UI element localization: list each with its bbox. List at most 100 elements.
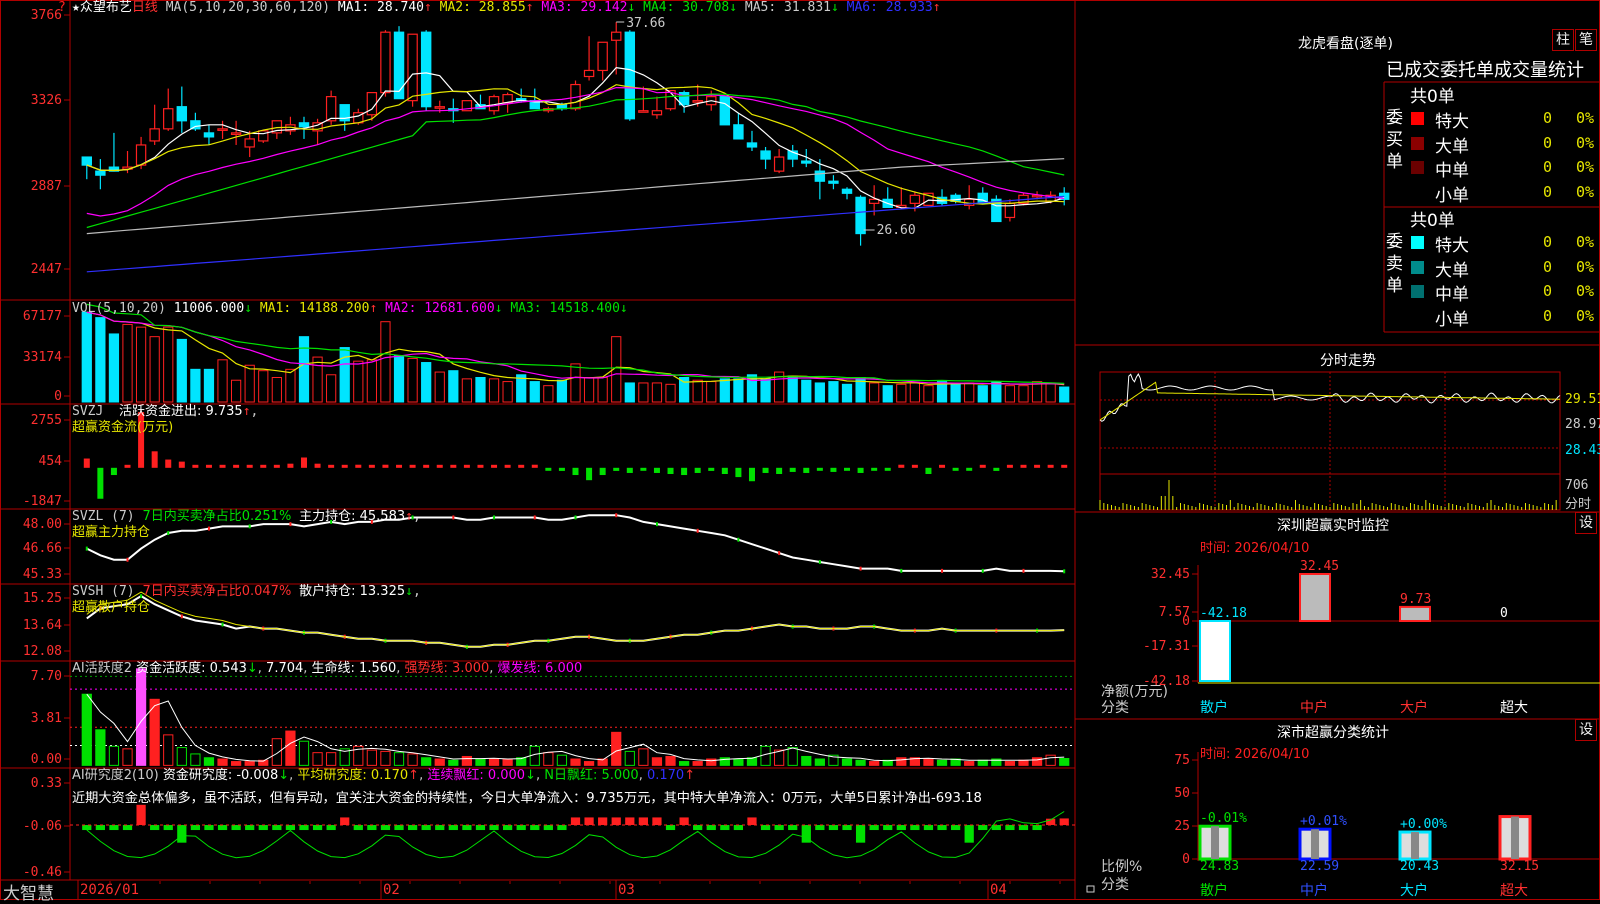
volume-bar xyxy=(760,378,771,403)
szmon-cat-3: 超大 xyxy=(1500,700,1528,716)
svsh-mark xyxy=(221,622,224,627)
svzl-mark xyxy=(85,546,88,551)
svzj-bar xyxy=(599,467,606,476)
volume-bar xyxy=(909,382,920,403)
ai2-bar xyxy=(584,817,594,825)
ai1-strong: 强势线: 3.000 xyxy=(404,661,490,676)
volume-bar xyxy=(434,371,445,403)
ai2-bar xyxy=(204,825,214,831)
svzj-bar xyxy=(857,467,864,473)
szmon-bar-中户 xyxy=(1299,573,1331,622)
sell-count-1: 0 xyxy=(1543,257,1553,276)
ma-title: MA(5,10,20,30,60,120) xyxy=(165,0,331,15)
ai2-bar xyxy=(190,825,201,831)
svsh-arrow: ↓ xyxy=(405,584,413,599)
ai2-bar xyxy=(258,825,268,831)
buy-label-1: 大单 xyxy=(1435,136,1469,157)
szcls-value-3: 32.15 xyxy=(1500,859,1539,874)
sell-label-3: 小单 xyxy=(1435,309,1469,330)
yaxis-ai1-label-2: 0.00 xyxy=(31,752,62,767)
fenshi-title: 分时走势 xyxy=(1320,353,1376,369)
fenshi-label-high: 29.51 xyxy=(1565,392,1600,407)
ai1-bar xyxy=(231,761,242,766)
lhb-subtitle: 已成交委托单成交量统计 xyxy=(1386,60,1584,81)
fenshi-label-mid: 28.97 xyxy=(1565,417,1600,432)
ai1-bar xyxy=(434,758,445,766)
volume-bar xyxy=(326,374,337,403)
candle-body xyxy=(298,122,310,128)
ai1-bar xyxy=(1004,761,1016,766)
volume-bar xyxy=(665,383,676,403)
yaxis-ai2-label-2: -0.46 xyxy=(23,865,62,880)
sell-count-2: 0 xyxy=(1543,282,1553,300)
yaxis-svzl-label-0: 48.00 xyxy=(23,517,62,532)
yaxis-vol-label-1: 33174 xyxy=(23,350,62,365)
tick-mode-button[interactable]: 笔 xyxy=(1575,29,1597,51)
ai1-bar xyxy=(488,758,500,766)
szcls-bar-shade xyxy=(1211,826,1219,859)
svzj-bar xyxy=(844,467,851,471)
ma-arrow-4: ↓ xyxy=(729,0,738,15)
ai1-bar xyxy=(298,740,310,766)
ai2-bar xyxy=(869,825,879,831)
ai1-bar xyxy=(570,758,581,766)
volume-bar xyxy=(203,368,215,403)
svzj-bar xyxy=(463,464,470,468)
brand-label: 大智慧 xyxy=(3,884,54,904)
yaxis-svsh-label-1: 13.64 xyxy=(23,618,62,633)
volume-bar xyxy=(461,378,473,403)
sell-pct-3: 0% xyxy=(1576,306,1595,325)
ai2-bar xyxy=(475,825,486,831)
corner-icon[interactable]: ? xyxy=(58,0,66,16)
vol-items: MA1: 14188.200↑ MA2: 12681.600↓ MA3: 145… xyxy=(260,301,628,316)
volume-bar xyxy=(271,377,282,403)
xaxis-label-1: 02 xyxy=(383,882,400,898)
szcls-settings-button[interactable]: 设 xyxy=(1575,719,1597,741)
ai1-bar xyxy=(461,755,473,766)
vol-ma-arrow-3: ↓ xyxy=(619,301,628,316)
ai1-bar xyxy=(190,753,201,766)
ai2-bar xyxy=(733,825,744,831)
svzj-bar xyxy=(1020,464,1027,468)
ai2-bar xyxy=(394,825,404,831)
svzj-bar xyxy=(97,467,104,499)
szmon-title: 深圳超赢实时监控 xyxy=(1277,518,1389,534)
svzj-bar xyxy=(341,464,348,468)
svzj-bar xyxy=(586,467,593,481)
question-icon[interactable]: ? xyxy=(58,0,66,15)
candle-body xyxy=(380,31,391,94)
szcls-change-0: -0.01% xyxy=(1200,811,1247,826)
szcls-cat-3: 超大 xyxy=(1500,883,1528,899)
svzl-ratio: 7日内买卖净占比0.251% xyxy=(142,509,292,524)
volume-bar xyxy=(678,377,690,403)
price-header: ★众望布艺日线 MA(5,10,20,30,60,120) MA1: 28.74… xyxy=(72,0,941,16)
svsh-mark xyxy=(180,614,183,619)
candle-body xyxy=(583,69,595,78)
ai1-bar xyxy=(1018,759,1029,766)
szmon-ylabel-0: 32.45 xyxy=(1151,567,1190,582)
buy-label-2: 中单 xyxy=(1435,161,1469,181)
buy-count-0: 0 xyxy=(1543,109,1553,127)
period-label[interactable]: 日线 xyxy=(132,0,158,15)
ai2-bar xyxy=(964,825,974,843)
fenshi-label-low: 28.43 xyxy=(1565,443,1600,458)
szmon-settings-button[interactable]: 设 xyxy=(1575,512,1597,534)
volume-bar xyxy=(1018,385,1029,403)
ai2-bar xyxy=(340,817,350,825)
chart-canvas[interactable]: 3766332628872447671773317402755454-18474… xyxy=(0,0,1600,900)
svzj-bar xyxy=(884,467,891,471)
ma-arrow-2: ↑ xyxy=(525,0,534,15)
svzj-bar xyxy=(898,464,905,468)
volume-bar xyxy=(950,383,961,403)
svzl-mark xyxy=(1063,569,1066,574)
ai2-bar xyxy=(543,825,553,831)
svzj-bar xyxy=(328,464,335,468)
svzj-bar xyxy=(925,467,932,474)
ai1-bar xyxy=(108,745,120,766)
yaxis-ai2-label-1: -0.06 xyxy=(23,819,62,834)
buy-count-1: 0 xyxy=(1543,133,1553,152)
svzj-bar xyxy=(260,464,267,468)
candle-body xyxy=(611,31,622,41)
bar-mode-button[interactable]: 柱 xyxy=(1552,29,1574,51)
sell-label-0: 特大 xyxy=(1435,236,1469,256)
